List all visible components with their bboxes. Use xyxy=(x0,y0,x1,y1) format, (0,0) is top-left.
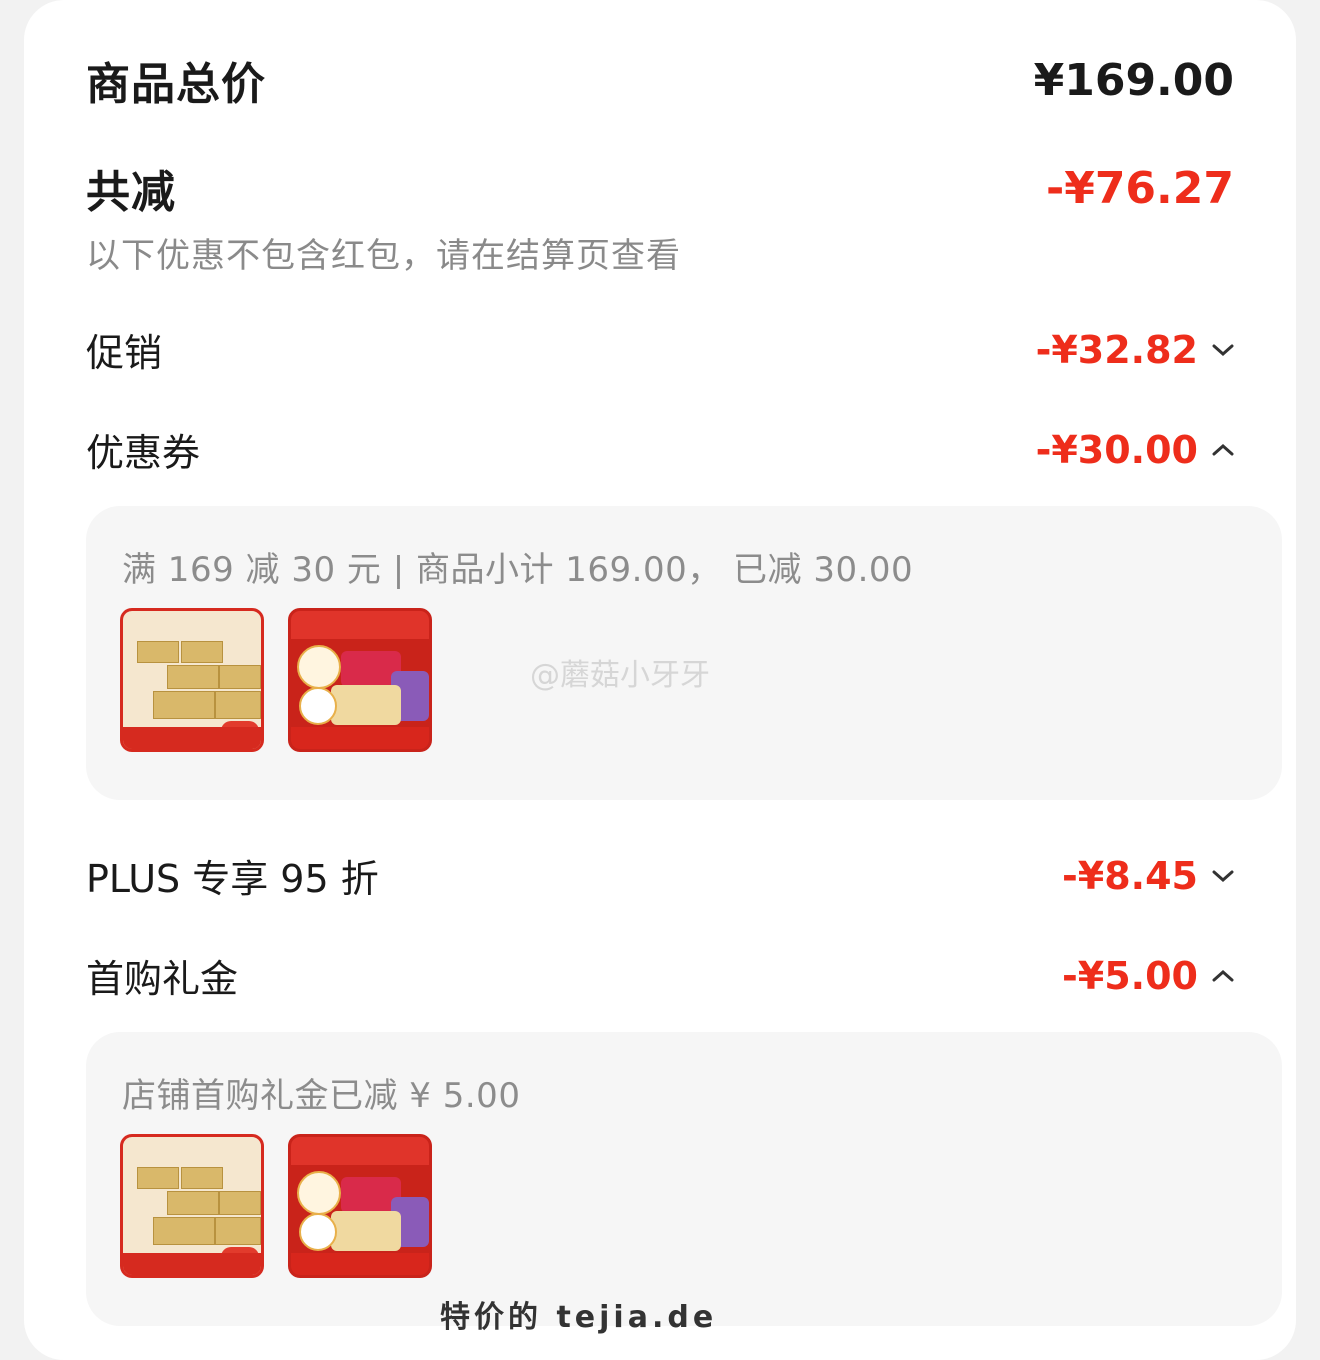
total-value: ¥169.00 xyxy=(1033,54,1234,106)
promotion-label: 促销 xyxy=(86,331,163,375)
watermark-text: @蘑菇小牙牙 xyxy=(530,658,710,693)
site-footer-watermark: 特价的 tejia.de xyxy=(440,1300,718,1335)
coupon-value-wrap: -¥30.00 xyxy=(1036,428,1234,472)
promotion-row[interactable]: 促销 -¥32.82 xyxy=(86,322,1234,377)
coupon-detail-text: 满 169 减 30 元 | 商品小计 169.00， 已减 30.00 xyxy=(122,550,914,590)
chevron-down-icon[interactable] xyxy=(1212,869,1234,883)
promotion-value-wrap: -¥32.82 xyxy=(1036,328,1234,372)
chevron-up-icon[interactable] xyxy=(1212,443,1234,457)
coupon-value: -¥30.00 xyxy=(1035,427,1198,472)
reduce-value: -¥76.27 xyxy=(1045,162,1234,214)
product-thumb-tissue-a[interactable] xyxy=(120,1134,264,1278)
plus-discount-row[interactable]: PLUS 专享 95 折 -¥8.45 xyxy=(86,848,1234,903)
first-purchase-gift-row[interactable]: 首购礼金 -¥5.00 xyxy=(86,948,1234,1003)
product-thumb-tissue-a[interactable] xyxy=(120,608,264,752)
gift-detail-text: 店铺首购礼金已减 ¥ 5.00 xyxy=(122,1076,521,1116)
promotion-value: -¥32.82 xyxy=(1035,327,1198,372)
chevron-down-icon[interactable] xyxy=(1212,343,1234,357)
total-row: 商品总价 ¥169.00 xyxy=(86,48,1234,112)
plus-discount-value: -¥8.45 xyxy=(1062,853,1198,898)
reduce-row: 共减 -¥76.27 xyxy=(86,156,1234,220)
coupon-row[interactable]: 优惠券 -¥30.00 xyxy=(86,422,1234,477)
reduce-label: 共减 xyxy=(86,167,176,218)
coupon-label: 优惠券 xyxy=(86,431,201,475)
first-purchase-gift-label: 首购礼金 xyxy=(86,957,239,1001)
chevron-up-icon[interactable] xyxy=(1212,969,1234,983)
gift-detail-panel: 店铺首购礼金已减 ¥ 5.00 xyxy=(86,1032,1282,1326)
first-purchase-gift-value: -¥5.00 xyxy=(1062,953,1198,998)
total-label: 商品总价 xyxy=(86,59,266,110)
plus-discount-label: PLUS 专享 95 折 xyxy=(86,857,379,901)
first-purchase-gift-value-wrap: -¥5.00 xyxy=(1062,954,1234,998)
product-thumb-tissue-b[interactable] xyxy=(288,1134,432,1278)
plus-discount-value-wrap: -¥8.45 xyxy=(1062,854,1234,898)
discount-note: 以下优惠不包含红包，请在结算页查看 xyxy=(86,236,681,276)
product-thumb-tissue-b[interactable] xyxy=(288,608,432,752)
